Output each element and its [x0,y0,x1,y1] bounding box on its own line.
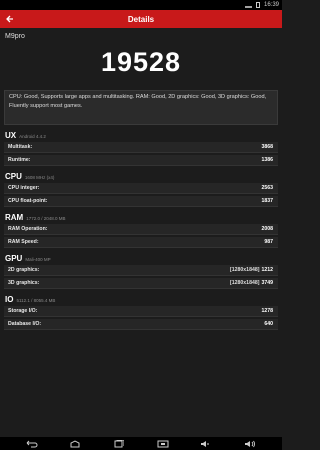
metric-value-group: 1386 [261,157,273,163]
metric-value: 1386 [261,157,273,163]
nav-bar [0,437,282,450]
section-title: GPU [5,254,23,263]
section-subtitle: Android 4.4.2 [19,134,46,139]
screenshot-icon[interactable] [156,439,170,449]
back-arrow-icon[interactable] [6,10,14,28]
metric-value-group: [1280x1848] 1212 [230,267,273,273]
metric-label: RAM Operation: [8,226,48,232]
section-subtitle: 1608 MHz (x4) [24,175,55,180]
wifi-icon [244,2,252,8]
metric-resolution: [1280x1848] [230,280,260,286]
metric-value: 2563 [261,185,273,191]
volume-down-icon[interactable] [199,439,213,449]
metric-label: 2D graphics: [8,267,40,273]
metric-value-group: [1280x1848] 3749 [230,280,273,286]
page-title: Details [127,14,155,24]
metric-row: CPU integer: 2563 [4,183,278,194]
metric-value: 2008 [261,226,273,232]
section-title: CPU [5,172,22,181]
metric-label: 3D graphics: [8,280,40,286]
status-bar: 16:39 [0,0,282,10]
section-title: UX [5,131,17,140]
section-rows: Storage I/O: 1278 Database I/O: 640 [4,306,278,330]
metric-value-group: 1837 [261,198,273,204]
metric-row: 2D graphics: [1280x1848] 1212 [4,265,278,276]
metric-value: 3749 [261,280,273,286]
section-header-gpu: GPU Mali-400 MP [0,254,282,264]
section-subtitle: 5112.1 / 8055.4 MB [16,298,56,303]
section-header-cpu: CPU 1608 MHz (x4) [0,172,282,182]
section-rows: RAM Operation: 2008 RAM Speed: 987 [4,224,278,248]
metric-value-group: 2563 [261,185,273,191]
metric-resolution: [1280x1848] [230,267,260,273]
metric-value: 1212 [261,267,273,273]
summary-text: CPU: Good, Supports large apps and multi… [4,90,278,125]
section-header-ux: UX Android 4.4.2 [0,131,282,141]
metric-row: Runtime: 1386 [4,155,278,166]
metric-value-group: 2008 [261,226,273,232]
metric-value: 640 [264,321,273,327]
metric-value: 1837 [261,198,273,204]
metric-value: 1278 [261,308,273,314]
metric-value: 987 [264,239,273,245]
section-title: RAM [5,213,24,222]
volume-up-icon[interactable] [243,439,257,449]
metric-label: Storage I/O: [8,308,38,314]
battery-icon [255,2,260,8]
metric-row: 3D graphics: [1280x1848] 3749 [4,278,278,289]
metric-label: Multitask: [8,144,33,150]
section-subtitle: 1772.0 / 2048.0 MB [26,216,66,221]
metric-row: Multitask: 3868 [4,142,278,153]
metric-row: Database I/O: 640 [4,319,278,330]
recent-apps-icon[interactable] [112,439,126,449]
metric-value-group: 987 [264,239,273,245]
device-name: M9pro [5,33,25,40]
metric-label: CPU integer: [8,185,40,191]
metric-value-group: 1278 [261,308,273,314]
home-nav-icon[interactable] [68,439,82,449]
app-bar: Details [0,10,282,28]
metric-label: Runtime: [8,157,31,163]
section-subtitle: Mali-400 MP [25,257,51,262]
sections: UX Android 4.4.2 Multitask: 3868 Runtime: 138… [0,131,282,330]
metric-value: 3868 [261,144,273,150]
back-nav-icon[interactable] [25,439,39,449]
section-title: IO [5,295,14,304]
section-header-ram: RAM 1772.0 / 2048.0 MB [0,213,282,223]
metric-value-group: 3868 [261,144,273,150]
metric-label: RAM Speed: [8,239,39,245]
metric-row: RAM Speed: 987 [4,237,278,248]
section-rows: Multitask: 3868 Runtime: 1386 [4,142,278,166]
section-rows: CPU integer: 2563 CPU float-point: 1837 [4,183,278,207]
metric-label: CPU float-point: [8,198,48,204]
metric-value-group: 640 [264,321,273,327]
metric-row: CPU float-point: 1837 [4,196,278,207]
metric-label: Database I/O: [8,321,42,327]
status-time: 16:39 [263,2,279,8]
metric-row: Storage I/O: 1278 [4,306,278,317]
section-header-io: IO 5112.1 / 8055.4 MB [0,295,282,305]
metric-row: RAM Operation: 2008 [4,224,278,235]
section-rows: 2D graphics: [1280x1848] 1212 3D graphics:[… [4,265,278,289]
total-score: 19528 [100,47,182,77]
